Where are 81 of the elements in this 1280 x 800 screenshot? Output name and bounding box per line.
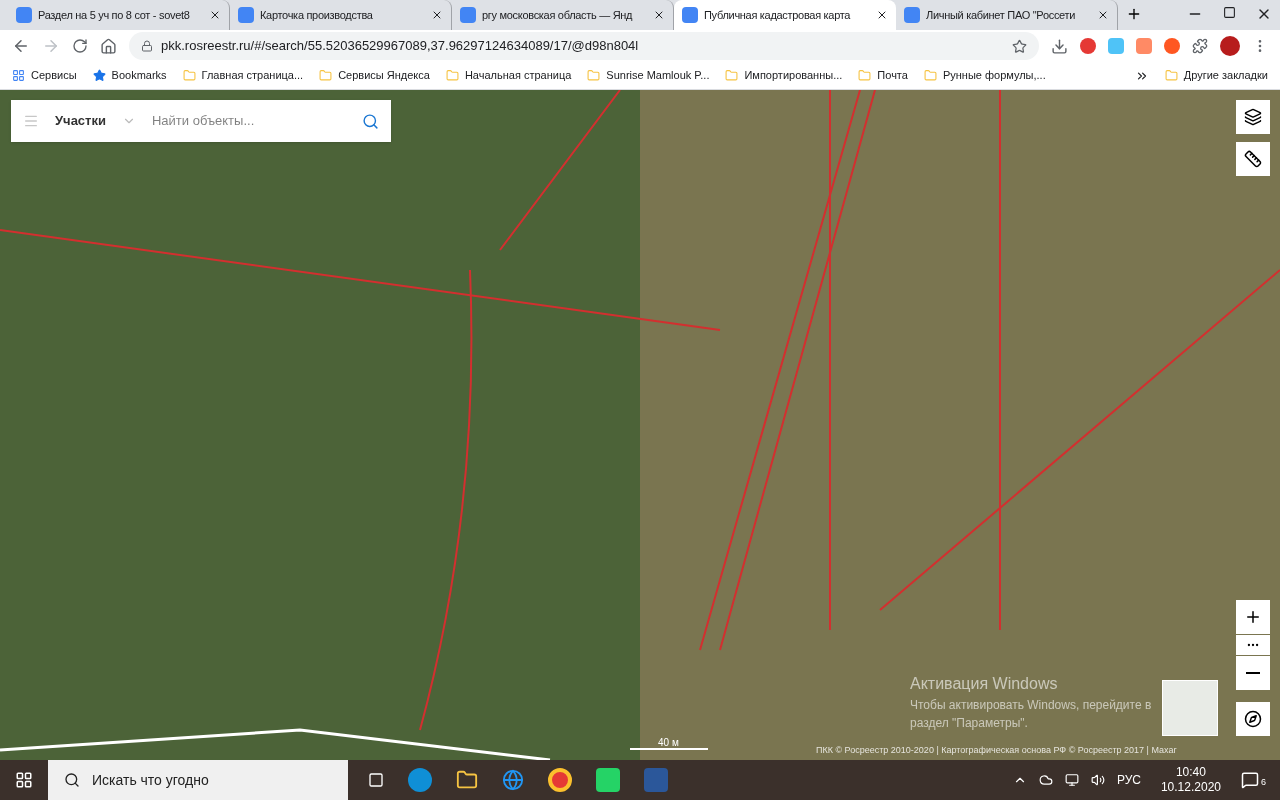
bookmark-icon xyxy=(858,69,872,82)
reload-icon[interactable] xyxy=(72,38,88,54)
url-text: pkk.rosreestr.ru/#/search/55.52036529967089,37.96297124634089/17/@d98n804l xyxy=(161,37,640,56)
download-icon[interactable] xyxy=(1051,37,1068,55)
windows-logo-icon xyxy=(15,771,33,789)
zoom-in-button[interactable] xyxy=(1236,600,1270,634)
extension-icon[interactable] xyxy=(1080,38,1096,54)
bookmark-icon xyxy=(319,69,333,82)
close-icon[interactable] xyxy=(876,9,888,21)
bookmark-link[interactable]: Почта xyxy=(858,67,908,84)
bookmark-link[interactable]: Главная страница... xyxy=(182,67,304,84)
address-bar[interactable]: pkk.rosreestr.ru/#/search/55.52036529967089,37.96297124634089/17/@d98n804l xyxy=(129,32,1039,60)
clock-time: 10:40 xyxy=(1175,765,1206,780)
search-icon[interactable] xyxy=(362,112,379,130)
site-icon xyxy=(16,7,32,23)
lock-icon xyxy=(141,40,153,52)
close-icon[interactable] xyxy=(431,9,443,21)
tab-title: Публичная кадастровая карта xyxy=(704,7,852,23)
activation-title: Активация Windows xyxy=(910,674,1059,694)
tab-title: ргу московская область — Янд xyxy=(482,7,634,23)
bookmark-link[interactable]: Начальная страница xyxy=(445,67,572,84)
site-icon xyxy=(238,7,254,23)
notifications-icon[interactable] xyxy=(1241,771,1259,789)
site-icon xyxy=(682,7,698,23)
close-icon[interactable] xyxy=(1097,9,1109,21)
tab-title: Личный кабинет ПАО "Россети xyxy=(926,7,1077,23)
browser-icon[interactable] xyxy=(502,769,524,791)
plus-icon xyxy=(1244,608,1262,626)
category-dropdown[interactable]: Участки xyxy=(51,111,140,131)
bookmark-icon xyxy=(725,69,739,82)
network-icon[interactable] xyxy=(1064,773,1079,787)
compass-icon xyxy=(1244,710,1262,728)
tab-title: Раздел на 5 уч по 8 сот - sovet8 xyxy=(38,7,191,23)
home-icon[interactable] xyxy=(100,37,117,55)
bookmark-link[interactable]: Sunrise Mamlouk P... xyxy=(587,67,710,84)
apps-icon xyxy=(12,69,25,82)
bookmark-link[interactable]: Bookmarks xyxy=(92,67,167,84)
scale-label: 40 м xyxy=(657,738,679,748)
extension-icon[interactable] xyxy=(1164,38,1180,54)
bookmark-icon xyxy=(923,69,937,82)
layers-icon xyxy=(1244,108,1262,126)
bookmark-link[interactable]: Сервисы Яндекса xyxy=(319,67,430,84)
language-indicator[interactable]: РУС xyxy=(1116,771,1141,789)
browser-tab[interactable]: Публичная кадастровая карта xyxy=(674,0,896,30)
cloud-icon[interactable] xyxy=(1038,773,1053,787)
bookmark-icon xyxy=(445,69,459,82)
clock-date: 10.12.2020 xyxy=(1160,780,1221,795)
search-field[interactable]: Найти объекты... xyxy=(151,111,350,131)
folder-icon[interactable] xyxy=(456,769,478,791)
minus-icon xyxy=(1246,672,1260,674)
activation-text: Чтобы активировать Windows, перейдите в раздел "Параметры". xyxy=(910,697,1153,732)
bookmark-folder[interactable]: Другие закладки xyxy=(1164,67,1268,84)
folder-icon xyxy=(1164,69,1178,82)
task-view-icon[interactable] xyxy=(368,772,384,788)
bookmark-link[interactable]: Импортированны... xyxy=(725,67,843,84)
restore-icon[interactable] xyxy=(1223,6,1236,19)
bookmark-icon xyxy=(587,69,601,82)
ruler-icon xyxy=(1244,150,1262,168)
site-icon xyxy=(460,7,476,23)
search-icon xyxy=(64,772,80,788)
satellite-map[interactable]: Участки Найти объекты... Активация Windows Чтобы активировать Windows, перейдите в раздел "Параметры". 40 м ПКК © Росреестр 2010-2020 | Картографическая основа РФ © Росреестр 2017 | Maxar xyxy=(0,90,1280,760)
site-icon xyxy=(904,7,920,23)
map-attribution: ПКК © Росреестр 2010-2020 | Картографическая основа РФ © Росреестр 2017 | Maxar xyxy=(816,744,1177,757)
compass-button[interactable] xyxy=(1236,702,1270,736)
ruler-button[interactable] xyxy=(1236,142,1270,176)
zoom-out-button[interactable] xyxy=(1236,656,1270,690)
new-tab-icon[interactable] xyxy=(1126,6,1142,22)
star-icon[interactable] xyxy=(1012,38,1027,54)
close-icon[interactable] xyxy=(653,9,665,21)
close-icon[interactable] xyxy=(209,9,221,21)
layers-button[interactable] xyxy=(1236,100,1270,134)
taskbar-search-field[interactable]: Искать что угодно xyxy=(48,760,348,800)
bookmark-icon xyxy=(182,69,196,82)
star-icon xyxy=(92,69,106,82)
profile-avatar[interactable] xyxy=(1220,36,1240,56)
volume-icon[interactable] xyxy=(1090,773,1105,787)
extensions-icon[interactable] xyxy=(1192,38,1208,54)
tab-title: Карточка производства xyxy=(260,7,374,23)
bookmark-link[interactable]: Рунные формулы,... xyxy=(923,67,1046,84)
bookmark-link[interactable]: Сервисы xyxy=(12,67,77,84)
back-icon[interactable] xyxy=(12,37,30,55)
